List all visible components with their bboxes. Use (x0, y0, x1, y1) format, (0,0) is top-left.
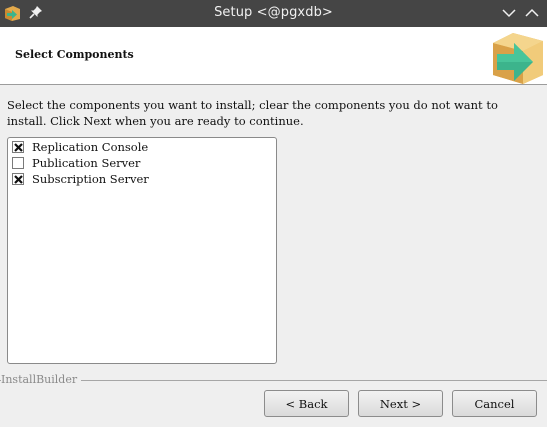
component-publication-server[interactable]: Publication Server (12, 155, 262, 171)
title-bar[interactable]: Setup <@pgxdb> (0, 0, 547, 27)
wizard-header: Select Components (0, 27, 547, 85)
checkbox[interactable] (12, 157, 24, 169)
window-title: Setup <@pgxdb> (214, 5, 333, 20)
checkmark-x-icon (14, 175, 23, 184)
description-text: Select the components you want to instal… (7, 98, 498, 128)
checkmark-x-icon (14, 143, 23, 152)
checkbox[interactable] (12, 173, 24, 185)
back-button[interactable]: < Back (264, 390, 349, 417)
component-label: Publication Server (32, 156, 141, 170)
chevron-up-icon[interactable] (524, 5, 540, 21)
component-label: Replication Console (32, 140, 149, 154)
section-title: Select Components (15, 48, 134, 61)
package-arrow-icon (493, 33, 543, 84)
next-button[interactable]: Next > (358, 390, 443, 417)
footer-divider (0, 380, 547, 381)
component-subscription-server[interactable]: Subscription Server (12, 171, 262, 187)
chevron-down-icon[interactable] (501, 5, 517, 21)
component-replication-console[interactable]: Replication Console (12, 139, 262, 155)
checkbox[interactable] (12, 141, 24, 153)
component-label: Subscription Server (32, 172, 149, 186)
components-list[interactable]: Replication Console Publication Server S… (7, 137, 277, 364)
cancel-button[interactable]: Cancel (452, 390, 537, 417)
installbuilder-label: InstallBuilder (1, 373, 82, 386)
